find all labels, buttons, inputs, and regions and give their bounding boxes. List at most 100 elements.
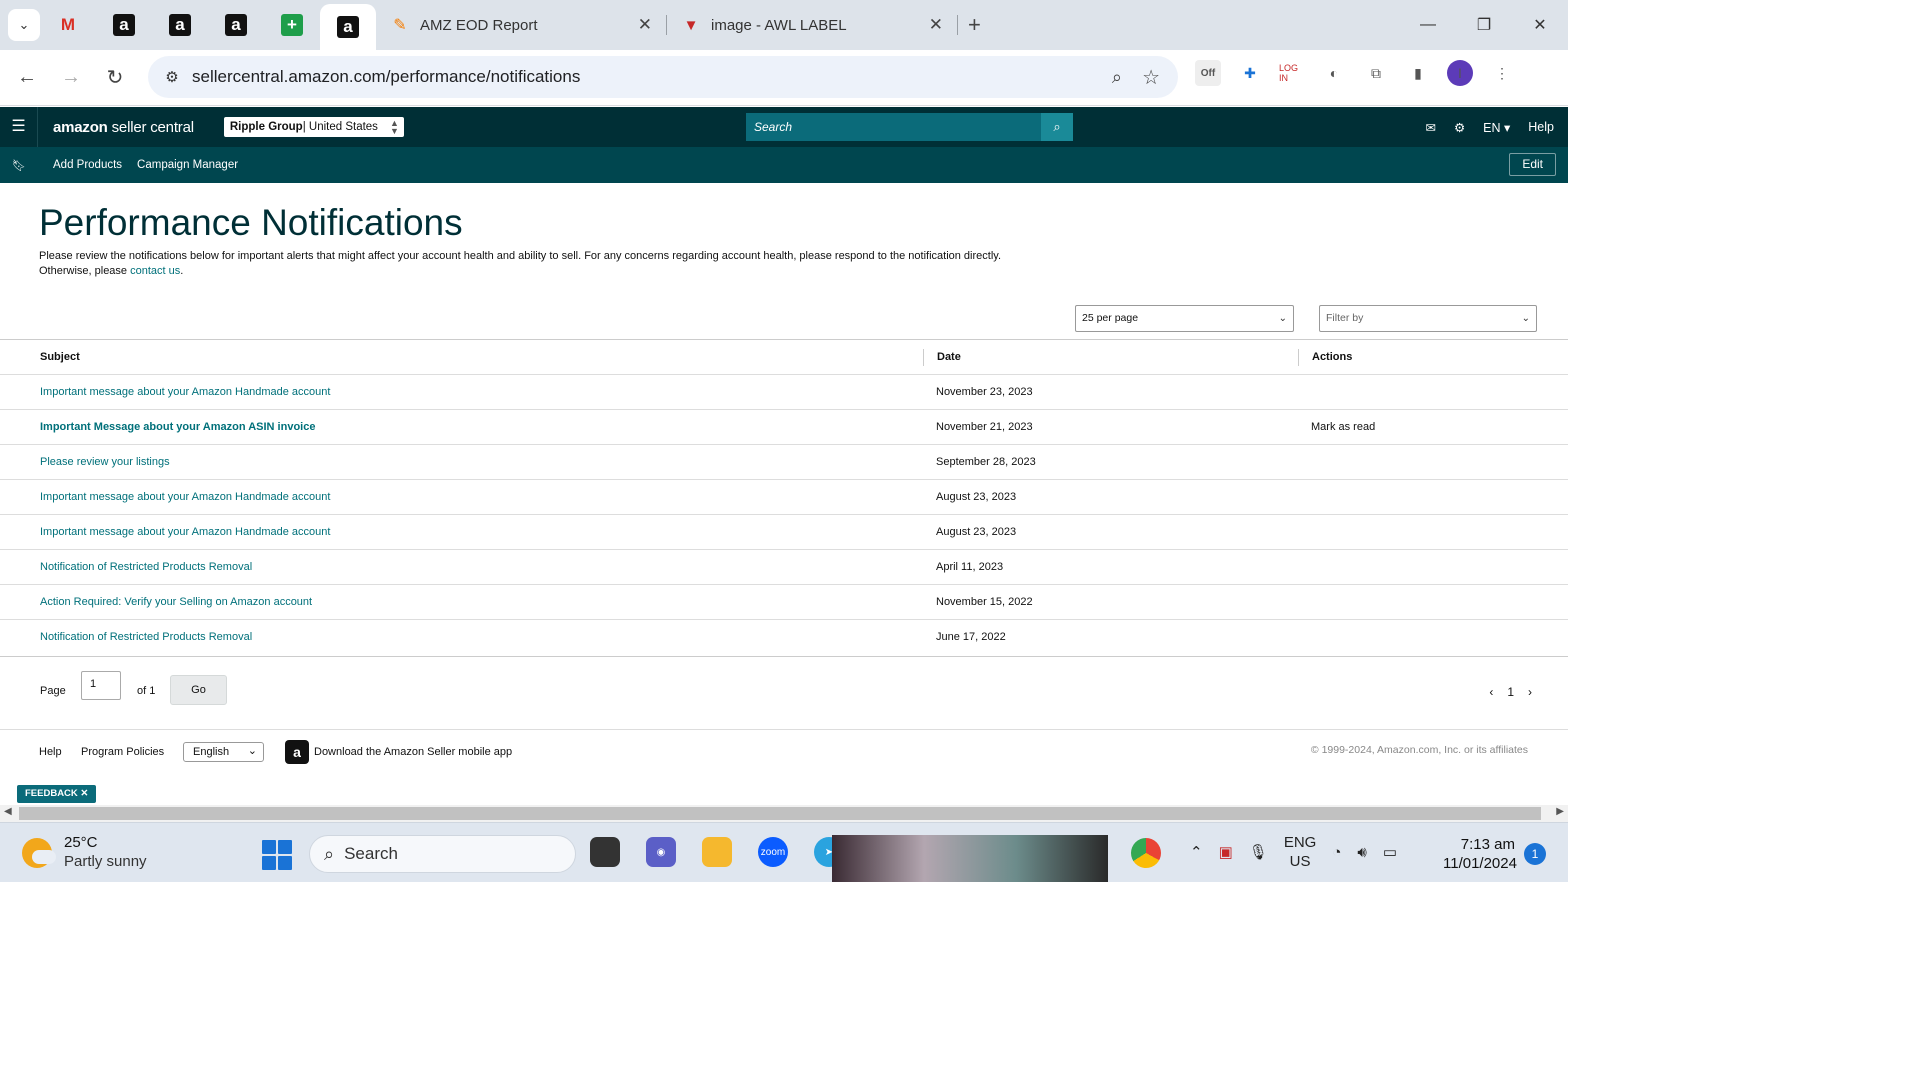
contact-us-link[interactable]: contact us: [130, 265, 180, 277]
chevron-up-icon[interactable]: ⌃: [1190, 843, 1203, 861]
subject-link[interactable]: Important Message about your Amazon ASIN…: [40, 421, 315, 433]
hamburger-menu-icon[interactable]: ☰: [0, 107, 38, 147]
current-page[interactable]: 1: [1507, 685, 1514, 699]
per-page-select[interactable]: 25 per page ⌄: [1075, 305, 1294, 332]
subject-link[interactable]: Notification of Restricted Products Remo…: [40, 561, 252, 573]
program-policies-link[interactable]: Program Policies: [81, 746, 164, 758]
zoom-app-icon[interactable]: zoom: [758, 837, 788, 867]
battery-icon[interactable]: ▭: [1383, 843, 1397, 861]
reload-icon[interactable]: ↻: [93, 65, 137, 90]
input-language[interactable]: ENG US: [1284, 833, 1317, 871]
close-icon[interactable]: ✕: [929, 15, 943, 35]
search-icon[interactable]: ⌕: [1041, 113, 1073, 141]
column-header-actions: Actions: [1312, 351, 1353, 363]
subject-link[interactable]: Important message about your Amazon Hand…: [40, 526, 330, 538]
footer-language-select[interactable]: English ⌄: [183, 742, 264, 762]
wifi-icon[interactable]: ◔: [1332, 844, 1341, 861]
bookmark-icon[interactable]: 🔖︎: [0, 159, 38, 172]
off-extension-icon[interactable]: Off: [1195, 60, 1221, 86]
feedback-button[interactable]: FEEDBACK ✕: [17, 785, 97, 803]
extension-icon[interactable]: ◐: [1321, 60, 1347, 86]
pinned-tab-amazon-2[interactable]: a: [152, 0, 208, 50]
horizontal-scrollbar[interactable]: ◀ ▶: [0, 805, 1568, 822]
puzzle-icon[interactable]: ⧉: [1363, 60, 1389, 86]
filter-select[interactable]: Filter by ⌄: [1319, 305, 1537, 332]
window-close-icon[interactable]: ✕: [1512, 15, 1568, 35]
table-row: Notification of Restricted Products Remo…: [0, 620, 1568, 655]
bookmark-add-products[interactable]: Add Products: [53, 159, 122, 171]
help-link[interactable]: Help: [1528, 120, 1554, 134]
download-app-link[interactable]: Download the Amazon Seller mobile app: [314, 746, 512, 758]
weather-desc: Partly sunny: [64, 853, 147, 870]
date-cell: August 23, 2023: [936, 526, 1017, 538]
tab-image-awl-label[interactable]: ▼ image - AWL LABEL ✕: [667, 0, 957, 50]
clock[interactable]: 7:13 am 11/01/2024: [1443, 835, 1517, 873]
go-button[interactable]: Go: [170, 675, 227, 705]
chevron-down-icon: ⌄: [1278, 313, 1287, 324]
footer-help-link[interactable]: Help: [39, 746, 62, 758]
restore-icon[interactable]: ❐: [1456, 15, 1512, 35]
bookmark-campaign-manager[interactable]: Campaign Manager: [137, 159, 238, 171]
chevron-left-icon[interactable]: ‹: [1489, 685, 1493, 699]
profile-avatar[interactable]: I: [1447, 60, 1473, 86]
edit-bookmarks-button[interactable]: Edit: [1509, 153, 1556, 176]
scrollbar-thumb[interactable]: [19, 807, 1541, 820]
header-search[interactable]: Search ⌕: [746, 113, 1073, 141]
subject-link[interactable]: Please review your listings: [40, 456, 170, 468]
weather-widget[interactable]: 25°C Partly sunny: [22, 833, 147, 872]
volume-icon[interactable]: 🔊︎: [1357, 844, 1366, 861]
chevron-right-icon[interactable]: ›: [1528, 685, 1532, 699]
subject-link[interactable]: Important message about your Amazon Hand…: [40, 491, 330, 503]
sheets-icon: +: [281, 14, 303, 36]
new-tab-button[interactable]: +: [968, 12, 981, 38]
minimize-icon[interactable]: —: [1400, 16, 1456, 34]
taskbar-apps: ◉ zoom ➤: [590, 837, 844, 867]
side-panel-icon[interactable]: ▮: [1405, 60, 1431, 86]
bookmark-star-icon[interactable]: ☆: [1142, 65, 1160, 90]
pinned-tab-gmail[interactable]: M: [40, 0, 96, 50]
address-bar[interactable]: ⚙ sellercentral.amazon.com/performance/n…: [148, 56, 1178, 98]
amazon-app-icon[interactable]: a: [285, 740, 309, 764]
login-extension-icon[interactable]: LOG IN: [1279, 60, 1305, 86]
page-number-input[interactable]: 1: [81, 671, 121, 700]
pinned-tab-amazon-active[interactable]: a: [320, 4, 376, 50]
subject-link[interactable]: Important message about your Amazon Hand…: [40, 386, 330, 398]
back-icon[interactable]: ←: [5, 66, 49, 89]
gear-icon[interactable]: ⚙: [1454, 120, 1465, 135]
extension-icon[interactable]: ✚: [1237, 60, 1263, 86]
close-icon[interactable]: ✕: [638, 15, 652, 35]
date-cell: April 11, 2023: [936, 561, 1004, 573]
pinned-tab-amazon-3[interactable]: a: [208, 0, 264, 50]
microphone-icon[interactable]: 🎙︎: [1249, 843, 1268, 861]
forward-icon[interactable]: →: [49, 66, 93, 89]
menu-kebab-icon[interactable]: ⋮: [1489, 60, 1515, 86]
chrome-icon[interactable]: [1131, 838, 1161, 868]
teams-chat-icon[interactable]: ◉: [646, 837, 676, 867]
scroll-right-icon[interactable]: ▶: [1556, 806, 1564, 817]
seller-central-logo[interactable]: amazon seller central: [53, 119, 194, 136]
mark-as-read-link[interactable]: Mark as read: [1311, 421, 1375, 433]
app-tray-icon[interactable]: ▣: [1219, 843, 1233, 861]
subject-link[interactable]: Notification of Restricted Products Remo…: [40, 631, 252, 643]
task-view-icon[interactable]: [590, 837, 620, 867]
account-switcher[interactable]: Ripple Group | United States ▲ ▼: [223, 117, 404, 137]
language-code: EN: [1483, 120, 1501, 135]
scroll-left-icon[interactable]: ◀: [4, 806, 12, 817]
pinned-tab-sheets[interactable]: +: [264, 0, 320, 50]
pinned-tab-amazon-1[interactable]: a: [96, 0, 152, 50]
windows-start-icon[interactable]: [262, 840, 292, 870]
logo-brand: amazon: [53, 118, 108, 136]
tab-amz-eod-report[interactable]: ✎ AMZ EOD Report ✕: [376, 0, 666, 50]
taskbar-search[interactable]: ⌕ Search: [309, 835, 576, 873]
search-input[interactable]: Search: [746, 120, 1041, 134]
file-explorer-icon[interactable]: [702, 837, 732, 867]
amazon-icon: a: [169, 14, 191, 36]
zoom-icon[interactable]: ⌕: [1112, 67, 1122, 88]
notification-badge[interactable]: 1: [1524, 843, 1546, 865]
url-text[interactable]: sellercentral.amazon.com/performance/not…: [192, 67, 580, 87]
site-info-icon[interactable]: ⚙: [152, 68, 192, 86]
language-selector[interactable]: EN ▾: [1483, 120, 1510, 135]
tab-search-button[interactable]: ⌄: [8, 9, 40, 41]
mail-icon[interactable]: ✉: [1425, 120, 1435, 135]
subject-link[interactable]: Action Required: Verify your Selling on …: [40, 596, 312, 608]
